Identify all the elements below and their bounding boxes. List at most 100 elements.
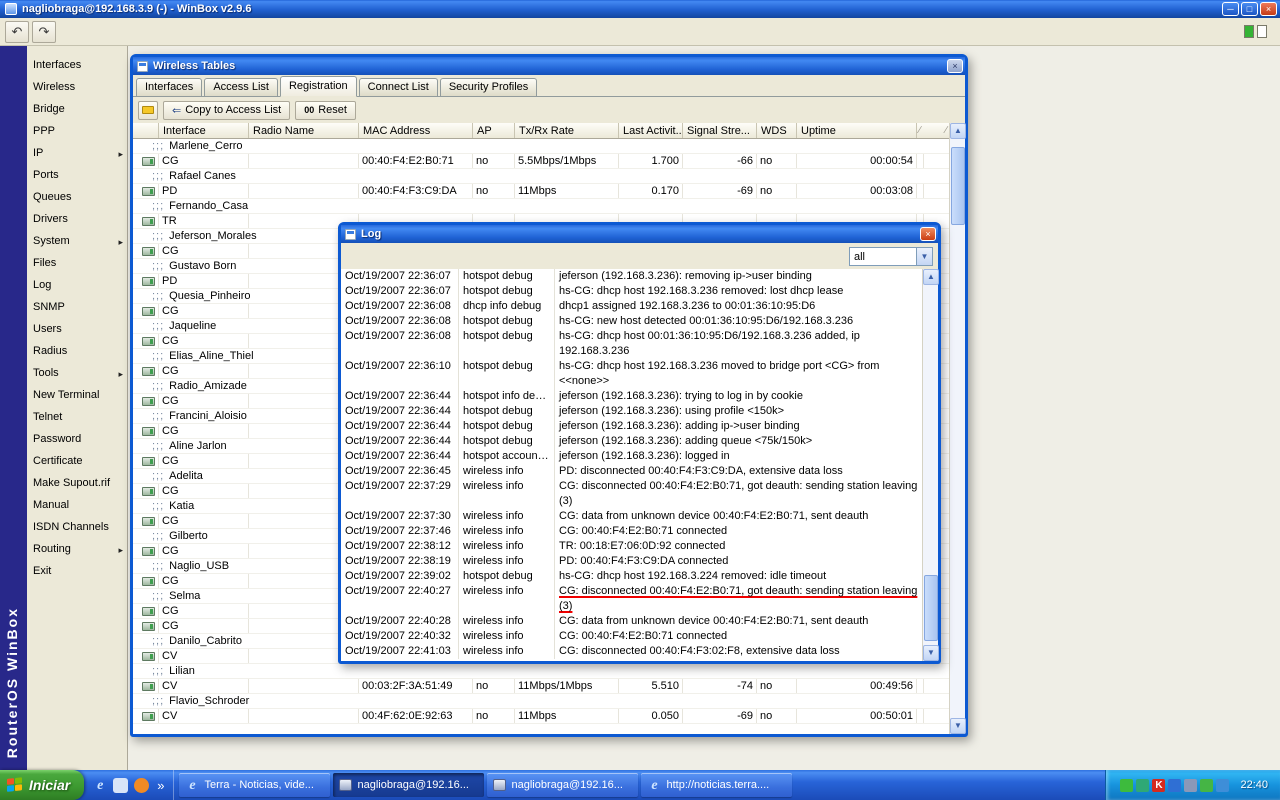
log-entry[interactable]: Oct/19/2007 22:36:44 hotspot info debug je…: [341, 389, 922, 404]
sidebar-item-bridge[interactable]: Bridge: [27, 98, 127, 120]
dropdown-arrow-icon[interactable]: ▼: [916, 247, 932, 265]
overflow-chevron-icon[interactable]: »: [157, 778, 164, 793]
wireless-tables-close-button[interactable]: ×: [947, 59, 963, 73]
network-status-icon[interactable]: [1120, 778, 1134, 792]
log-entry[interactable]: Oct/19/2007 22:36:44 hotspot debug jeferso…: [341, 434, 922, 449]
log-entry[interactable]: Oct/19/2007 22:36:08 hotspot debug hs-CG: …: [341, 314, 922, 329]
messenger-icon[interactable]: [1200, 778, 1214, 792]
log-entry[interactable]: Oct/19/2007 22:40:28 wireless info CG: dat…: [341, 614, 922, 629]
log-entry[interactable]: Oct/19/2007 22:36:44 hotspot debug jeferso…: [341, 404, 922, 419]
log-titlebar[interactable]: Log ×: [341, 225, 938, 243]
scroll-down-icon[interactable]: ▼: [923, 645, 939, 661]
search-icon[interactable]: [1216, 778, 1230, 792]
log-entry[interactable]: Oct/19/2007 22:36:08 hotspot debug hs-CG: …: [341, 329, 922, 359]
sidebar-item-log[interactable]: Log: [27, 274, 127, 296]
column-header-ap[interactable]: AP: [473, 123, 515, 138]
scroll-thumb[interactable]: [924, 575, 938, 641]
filter-button[interactable]: [138, 100, 158, 120]
firefox-icon[interactable]: [134, 777, 150, 793]
column-header-tx-rx-rate[interactable]: Tx/Rx Rate: [515, 123, 619, 138]
maximize-button[interactable]: □: [1241, 2, 1258, 16]
taskbar-task[interactable]: e Terra - Noticias, vide...: [179, 773, 331, 797]
minimize-button[interactable]: ─: [1222, 2, 1239, 16]
sidebar-item-new-terminal[interactable]: New Terminal: [27, 384, 127, 406]
tab-access-list[interactable]: Access List: [204, 78, 278, 96]
sidebar-item-tools[interactable]: Tools ▸: [27, 362, 127, 384]
column-header-last-activit[interactable]: Last Activit...: [619, 123, 683, 138]
column-header-signal-stre[interactable]: Signal Stre...: [683, 123, 757, 138]
internet-explorer-icon[interactable]: e: [93, 778, 107, 793]
registration-scrollbar[interactable]: ▲ ▼: [949, 123, 966, 734]
scroll-up-icon[interactable]: ▲: [950, 123, 966, 139]
sidebar-item-snmp[interactable]: SNMP: [27, 296, 127, 318]
column-header-radio-name[interactable]: Radio Name: [249, 123, 359, 138]
start-button[interactable]: Iniciar: [0, 770, 85, 800]
column-header-uptime[interactable]: Uptime: [797, 123, 917, 138]
log-entry[interactable]: Oct/19/2007 22:40:32 wireless info CG: 00:…: [341, 629, 922, 644]
show-desktop-icon[interactable]: [113, 777, 129, 793]
log-entry[interactable]: Oct/19/2007 22:36:07 hotspot debug jeferso…: [341, 269, 922, 284]
registration-comment-row[interactable]: ;;; Fernando_Casa: [133, 199, 949, 214]
tab-interfaces[interactable]: Interfaces: [136, 78, 203, 96]
registration-row[interactable]: PD 00:40:F4:F3:C9:DA no 11Mbps 0.170 -69 no 00:…: [133, 184, 949, 199]
sidebar-item-ports[interactable]: Ports: [27, 164, 127, 186]
log-entry[interactable]: Oct/19/2007 22:37:29 wireless info CG: dis…: [341, 479, 922, 509]
volume-icon[interactable]: [1184, 778, 1198, 792]
wireless-tables-titlebar[interactable]: Wireless Tables ×: [133, 57, 965, 75]
tab-security-profiles[interactable]: Security Profiles: [439, 78, 538, 96]
sidebar-item-manual[interactable]: Manual: [27, 494, 127, 516]
sidebar-item-users[interactable]: Users: [27, 318, 127, 340]
log-entry[interactable]: Oct/19/2007 22:38:12 wireless info TR: 00:…: [341, 539, 922, 554]
registration-comment-row[interactable]: ;;; Flavio_Schroder: [133, 694, 949, 709]
sidebar-item-ip[interactable]: IP ▸: [27, 142, 127, 164]
sidebar-item-wireless[interactable]: Wireless: [27, 76, 127, 98]
log-close-button[interactable]: ×: [920, 227, 936, 241]
log-entry[interactable]: Oct/19/2007 22:36:44 hotspot account in..…: [341, 449, 922, 464]
sidebar-item-files[interactable]: Files: [27, 252, 127, 274]
log-entry[interactable]: Oct/19/2007 22:36:08 dhcp info debug dhcp1…: [341, 299, 922, 314]
log-entry[interactable]: Oct/19/2007 22:36:10 hotspot debug hs-CG: …: [341, 359, 922, 389]
connection-icon[interactable]: [1136, 778, 1150, 792]
kaspersky-icon[interactable]: K: [1152, 778, 1166, 792]
column-header-wds[interactable]: WDS: [757, 123, 797, 138]
log-entry[interactable]: Oct/19/2007 22:40:27 wireless info CG: dis…: [341, 584, 922, 614]
main-window-titlebar[interactable]: nagliobraga@192.168.3.9 (-) - WinBox v2.…: [0, 0, 1280, 18]
taskbar-task[interactable]: e http://noticias.terra....: [641, 773, 793, 797]
sidebar-item-exit[interactable]: Exit: [27, 560, 127, 582]
sidebar-item-routing[interactable]: Routing ▸: [27, 538, 127, 560]
sidebar-item-password[interactable]: Password: [27, 428, 127, 450]
scroll-down-icon[interactable]: ▼: [950, 718, 966, 734]
registration-comment-row[interactable]: ;;; Lilian: [133, 664, 949, 679]
log-entry[interactable]: Oct/19/2007 22:37:46 wireless info CG: 00:…: [341, 524, 922, 539]
log-entry[interactable]: Oct/19/2007 22:36:44 hotspot debug jeferso…: [341, 419, 922, 434]
taskbar-task[interactable]: nagliobraga@192.16...: [487, 773, 639, 797]
registration-row[interactable]: CV 00:03:2F:3A:51:49 no 11Mbps/1Mbps 5.510 -7…: [133, 679, 949, 694]
update-icon[interactable]: [1168, 778, 1182, 792]
sidebar-item-interfaces[interactable]: Interfaces: [27, 54, 127, 76]
sidebar-item-radius[interactable]: Radius: [27, 340, 127, 362]
tab-connect-list[interactable]: Connect List: [358, 78, 438, 96]
sidebar-item-system[interactable]: System ▸: [27, 230, 127, 252]
registration-row[interactable]: CG 00:40:F4:E2:B0:71 no 5.5Mbps/1Mbps 1.700-…: [133, 154, 949, 169]
copy-to-access-list-button[interactable]: ⇐ Copy to Access List: [163, 100, 291, 120]
column-header-mac-address[interactable]: MAC Address: [359, 123, 473, 138]
reset-button[interactable]: 00 Reset: [295, 100, 356, 120]
sidebar-item-ppp[interactable]: PPP: [27, 120, 127, 142]
close-button[interactable]: ×: [1260, 2, 1277, 16]
scroll-up-icon[interactable]: ▲: [923, 269, 939, 285]
sidebar-item-certificate[interactable]: Certificate: [27, 450, 127, 472]
scroll-thumb[interactable]: [951, 147, 965, 225]
log-entry[interactable]: Oct/19/2007 22:36:45 wireless info PD: dis…: [341, 464, 922, 479]
sidebar-item-make-supout-rif[interactable]: Make Supout.rif: [27, 472, 127, 494]
sidebar-item-queues[interactable]: Queues: [27, 186, 127, 208]
registration-comment-row[interactable]: ;;; Marlene_Cerro: [133, 139, 949, 154]
sidebar-item-isdn-channels[interactable]: ISDN Channels: [27, 516, 127, 538]
log-scrollbar[interactable]: ▲ ▼: [922, 269, 939, 661]
log-filter-select[interactable]: all ▼: [849, 246, 933, 266]
log-entry[interactable]: Oct/19/2007 22:41:03 wireless info CG: dis…: [341, 644, 922, 659]
tab-registration[interactable]: Registration: [279, 76, 357, 97]
registration-row[interactable]: CV 00:4F:62:0E:92:63 no 11Mbps 0.050 -69 no 00:…: [133, 709, 949, 724]
undo-button[interactable]: ↶: [5, 20, 29, 43]
sidebar-item-drivers[interactable]: Drivers: [27, 208, 127, 230]
taskbar-task[interactable]: nagliobraga@192.16...: [333, 773, 485, 797]
